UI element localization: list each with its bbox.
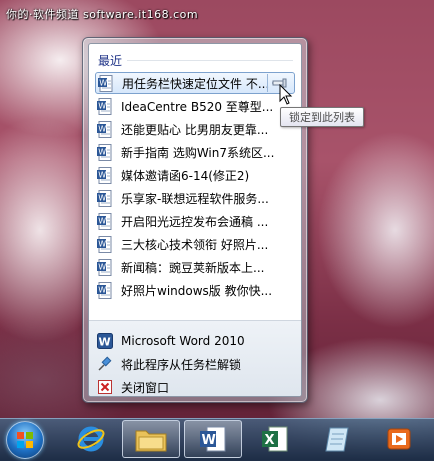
section-divider [127,60,293,61]
recent-section-title: 最近 [98,54,123,68]
word-document-icon: W [97,212,113,230]
media-button[interactable] [370,420,428,458]
notepad-icon [325,427,349,452]
word-document-icon: W [97,235,113,253]
close-window-task[interactable]: 关闭窗口 [95,376,170,396]
excel-icon: X [262,426,288,452]
recent-item-label: IdeaCentre B520 至尊型... [121,99,274,114]
recent-item-label: 好照片windows版 教你快... [121,283,273,298]
word-document-icon: W [97,120,113,138]
recent-item-label: 三大核心技术领衔 好照片... [121,237,269,252]
mouse-cursor-icon [279,84,293,105]
recent-item-label: 新手指南 选购Win7系统区... [121,145,275,160]
svg-text:W: W [98,170,106,179]
recent-item[interactable]: W IdeaCentre B520 至尊型... [95,95,295,117]
recent-item[interactable]: W 乐享家-联想远程软件服务... [95,187,295,209]
svg-text:W: W [98,216,106,225]
recent-item[interactable]: W 好照片windows版 教你快... [95,279,295,301]
svg-text:W: W [99,78,107,87]
internet-explorer-icon [77,426,105,452]
recent-item-label: 用任务栏快速定位文件 不... [122,76,270,91]
recent-item[interactable]: W 新手指南 选购Win7系统区... [95,141,295,163]
word-document-icon: W [97,258,113,276]
svg-text:W: W [98,285,106,294]
word-icon: W [97,333,113,349]
recent-item[interactable]: W 还能更贴心 比男朋友更靠... [95,118,295,140]
svg-text:W: W [98,262,106,271]
recent-item[interactable]: W 用任务栏快速定位文件 不... [95,72,295,94]
recent-item-label: 媒体邀请函6-14(修正2) [121,168,250,183]
site-watermark: 你的·软件频道 software.it168.com [6,8,199,21]
word-document-icon: W [97,97,113,115]
svg-text:W: W [98,147,106,156]
media-player-icon [387,428,411,450]
word-icon: W [200,426,226,452]
word-button[interactable]: W [184,420,242,458]
excel-button[interactable]: X [246,420,304,458]
svg-text:X: X [265,433,275,448]
task-label: 将此程序从任务栏解锁 [121,357,242,372]
task-label: Microsoft Word 2010 [121,334,245,348]
svg-text:W: W [98,239,106,248]
unpin-task[interactable]: 将此程序从任务栏解锁 [95,353,241,375]
word-document-icon: W [97,281,113,299]
word-document-icon: W [97,189,113,207]
jump-list-panel: 最近 W 用任务栏快速定位文件 不... W IdeaCentre B520 至… [88,43,302,397]
word-document-icon: W [97,166,113,184]
recent-item[interactable]: W 三大核心技术领衔 好照片... [95,233,295,255]
tasks-section: W Microsoft Word 2010 将此程序从任务栏解锁 关闭窗口 [89,321,301,396]
recent-item-label: 还能更贴心 比男朋友更靠... [121,122,269,137]
notepad-button[interactable] [308,420,366,458]
recent-item[interactable]: W 新闻稿：豌豆荚新版本上... [95,256,295,278]
recent-item[interactable]: W 开启阳光远控发布会通稿 ... [95,210,295,232]
windows-orb-icon[interactable] [6,421,44,459]
svg-text:W: W [98,101,106,110]
unpin-icon [97,356,113,372]
svg-text:W: W [98,193,106,202]
svg-text:W: W [98,124,106,133]
open-word-task[interactable]: W Microsoft Word 2010 [95,330,245,352]
recent-item-label: 开启阳光远控发布会通稿 ... [121,214,269,229]
svg-text:W: W [202,433,216,448]
pin-tooltip: 锁定到此列表 [280,107,364,127]
word-document-icon: W [97,143,113,161]
word-document-icon: W [98,74,114,92]
recent-item-label: 新闻稿：豌豆荚新版本上... [121,260,265,275]
jump-list: 最近 W 用任务栏快速定位文件 不... W IdeaCentre B520 至… [82,37,308,403]
ie-button[interactable] [62,420,120,458]
recent-item[interactable]: W 媒体邀请函6-14(修正2) [95,164,295,186]
explorer-button[interactable] [122,420,180,458]
svg-text:W: W [99,336,111,349]
folder-icon [135,430,167,452]
task-label: 关闭窗口 [121,380,170,395]
close-window-icon [97,379,113,395]
recent-item-label: 乐享家-联想远程软件服务... [121,191,269,206]
